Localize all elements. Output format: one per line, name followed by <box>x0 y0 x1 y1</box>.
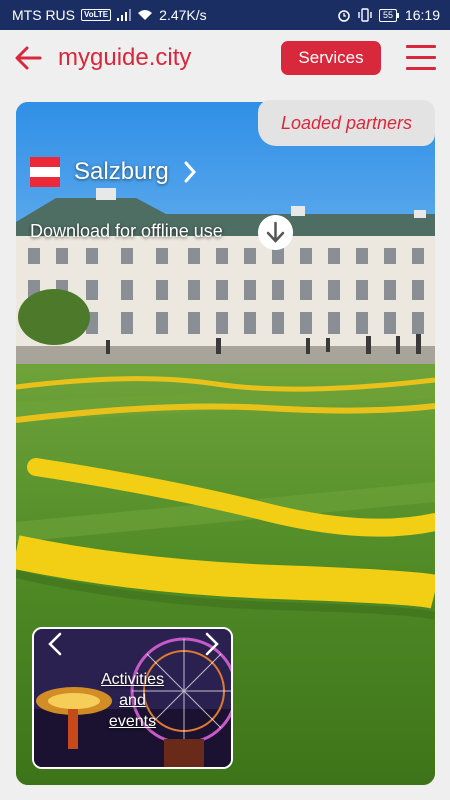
battery-level: 55 <box>378 8 397 22</box>
chevron-left-icon[interactable] <box>42 629 70 659</box>
chevron-right-icon[interactable] <box>197 629 225 659</box>
network-speed: 2.47K/s <box>159 7 207 23</box>
app-bar: myguide.city Services <box>0 30 450 86</box>
activities-label[interactable]: Activities and events <box>34 669 231 732</box>
city-selector[interactable]: Salzburg <box>30 157 197 187</box>
status-bar: MTS RUS VoLTE 2.47K/s 55 16:19 <box>0 0 450 30</box>
volte-badge: VoLTE <box>81 9 112 21</box>
arrow-left-icon[interactable] <box>12 41 46 75</box>
vibrate-icon <box>358 8 372 22</box>
services-button[interactable]: Services <box>281 41 381 75</box>
download-offline-label[interactable]: Download for offline use <box>30 221 223 242</box>
download-icon[interactable] <box>258 215 293 250</box>
austria-flag-icon <box>30 157 60 187</box>
chevron-right-icon <box>184 161 196 183</box>
loaded-partners-badge[interactable]: Loaded partners <box>258 100 435 146</box>
signal-icon <box>117 9 132 21</box>
clock: 16:19 <box>404 7 440 23</box>
brand-title: myguide.city <box>58 44 192 71</box>
activities-events-card[interactable]: Activities and events <box>32 627 233 769</box>
hamburger-menu-icon[interactable] <box>406 45 436 71</box>
wifi-icon <box>138 10 153 20</box>
alarm-icon <box>338 10 350 22</box>
carrier-label: MTS RUS <box>12 7 75 23</box>
battery-icon: 55 <box>378 8 399 22</box>
city-name: Salzburg <box>74 158 169 185</box>
